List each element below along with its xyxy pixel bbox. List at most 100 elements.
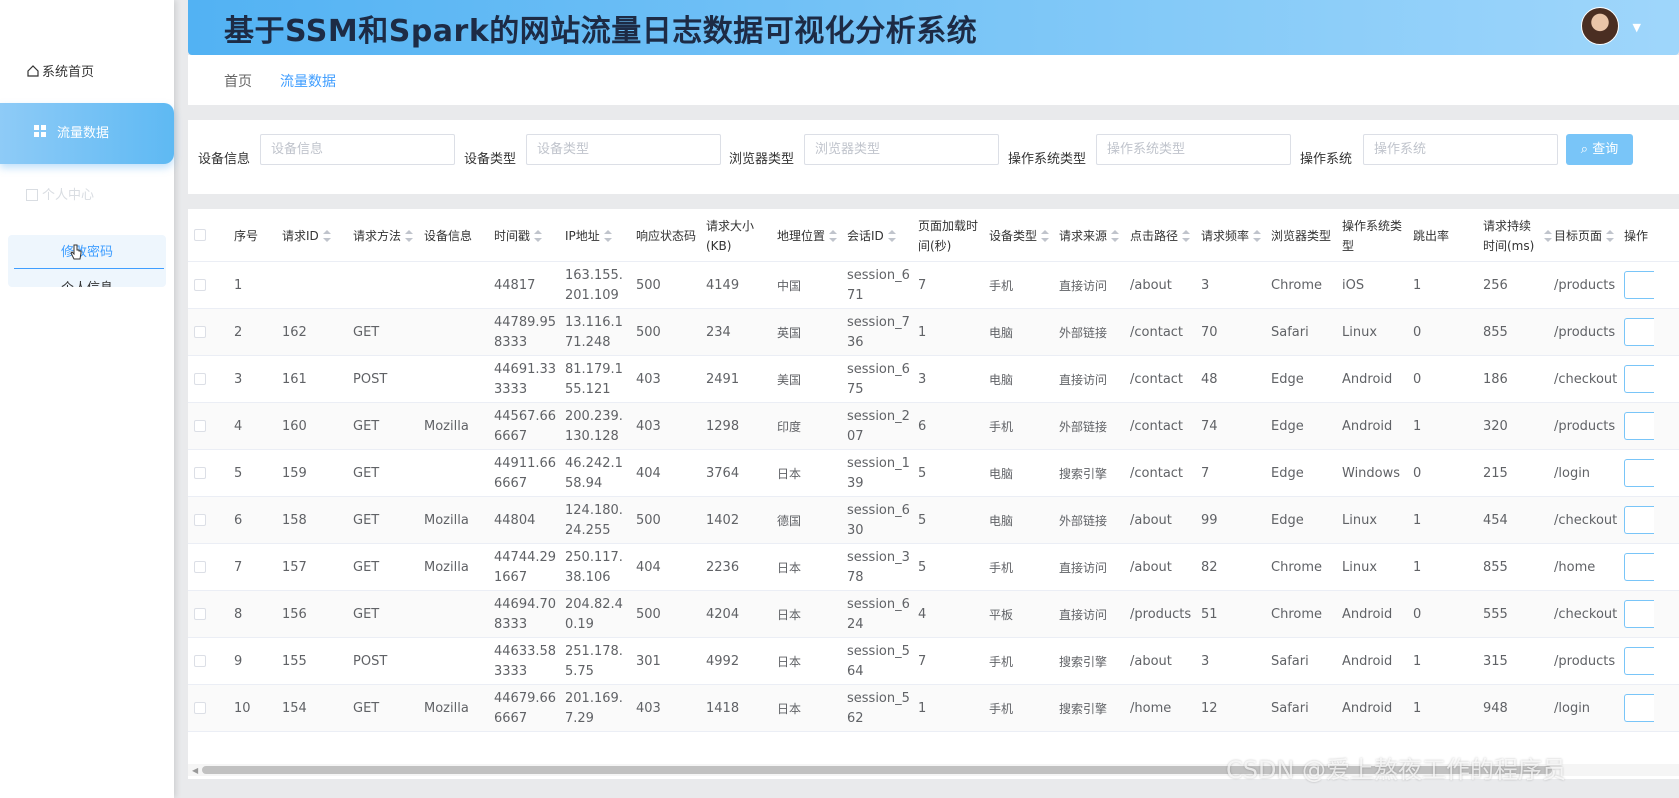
table-cell: 3764	[706, 465, 740, 481]
table-cell: 8	[234, 606, 243, 622]
table-cell: 1	[1413, 653, 1422, 669]
row-checkbox[interactable]	[194, 420, 206, 432]
column-header[interactable]: 点击路径	[1130, 209, 1196, 262]
table-cell: GET	[353, 606, 380, 622]
sidebar-item-home[interactable]: 系统首页	[0, 60, 174, 86]
sort-icon[interactable]	[405, 229, 414, 242]
column-header[interactable]: 会话ID	[847, 209, 913, 262]
row-action-button[interactable]	[1624, 506, 1654, 534]
row-checkbox[interactable]	[194, 561, 206, 573]
table-cell: 4	[234, 418, 243, 434]
row-checkbox[interactable]	[194, 373, 206, 385]
row-action-button[interactable]	[1624, 694, 1654, 722]
sidebar-item-label: 流量数据	[57, 126, 110, 141]
sidebar-item-personal[interactable]: 个人中心	[0, 184, 174, 208]
table-cell: 2491	[706, 371, 740, 387]
chevron-down-icon[interactable]: ▼	[1633, 21, 1641, 34]
table-cell: /about	[1130, 559, 1172, 575]
table-cell: 404	[636, 559, 661, 575]
search-button[interactable]: ⌕ 查询	[1566, 134, 1633, 165]
table-cell: 70	[1201, 324, 1218, 340]
table-cell: 44567.666667	[494, 408, 557, 444]
sort-icon[interactable]	[1111, 229, 1120, 242]
column-header[interactable]: 时间戳	[494, 209, 560, 262]
sort-icon[interactable]	[1606, 229, 1615, 242]
table-cell: 1	[1413, 700, 1422, 716]
column-header[interactable]: IP地址	[565, 209, 631, 262]
table-cell: /home	[1554, 559, 1596, 575]
table-cell: 215	[1483, 465, 1508, 481]
os-type-input[interactable]	[1096, 134, 1291, 165]
table-cell: Android	[1342, 371, 1393, 387]
row-action-button[interactable]	[1624, 365, 1654, 393]
row-action-button[interactable]	[1624, 318, 1654, 346]
table-cell: 直接访问	[1059, 560, 1108, 575]
row-checkbox[interactable]	[194, 514, 206, 526]
table-cell: 44789.958333	[494, 314, 557, 350]
filter-label-os: 操作系统	[1300, 152, 1353, 167]
table-cell: 44691.333333	[494, 361, 557, 397]
column-header[interactable]: 请求方法	[353, 209, 419, 262]
row-action-button[interactable]	[1624, 412, 1654, 440]
table-cell: /checkout	[1554, 606, 1618, 622]
row-checkbox[interactable]	[194, 608, 206, 620]
sort-icon[interactable]	[1182, 229, 1191, 242]
row-action-button[interactable]	[1624, 271, 1654, 299]
row-action-button[interactable]	[1624, 553, 1654, 581]
row-checkbox[interactable]	[194, 702, 206, 714]
breadcrumb-home[interactable]: 首页	[224, 71, 252, 91]
column-header[interactable]: 请求来源	[1059, 209, 1125, 262]
column-header: 跳出率	[1413, 209, 1479, 262]
column-header: 请求大小(KB)	[706, 209, 772, 262]
sort-icon[interactable]	[1544, 229, 1552, 242]
device-info-input[interactable]	[260, 134, 455, 165]
select-all-checkbox[interactable]	[194, 229, 206, 241]
row-action-button[interactable]	[1624, 600, 1654, 628]
table-cell: 6	[918, 418, 927, 434]
table-cell: /products	[1554, 418, 1616, 434]
table-cell: 82	[1201, 559, 1218, 575]
submenu-item-change-password[interactable]: 修改密码	[8, 243, 166, 263]
table-cell: /products	[1554, 653, 1616, 669]
sort-icon[interactable]	[829, 229, 838, 242]
os-input[interactable]	[1363, 134, 1558, 165]
row-checkbox[interactable]	[194, 655, 206, 667]
column-header[interactable]: 设备类型	[989, 209, 1055, 262]
table-cell: session_378	[847, 549, 910, 585]
device-type-input[interactable]	[526, 134, 721, 165]
table-cell: 1418	[706, 700, 740, 716]
submenu-item-personal-info[interactable]: 个人信息	[8, 279, 166, 287]
column-header: 响应状态码	[636, 209, 702, 262]
row-checkbox[interactable]	[194, 326, 206, 338]
avatar[interactable]	[1581, 7, 1619, 45]
table-cell: 7	[1201, 465, 1210, 481]
column-header-label: 请求ID	[282, 228, 319, 243]
column-header[interactable]: 地理位置	[777, 209, 843, 262]
table-row: 1 44817 163.155.201.109 500 4149 中国 session_67…	[188, 262, 1679, 309]
column-header[interactable]: 请求频率	[1201, 209, 1267, 262]
table-cell: Mozilla	[424, 512, 469, 528]
sort-icon[interactable]	[1253, 229, 1262, 242]
table-cell: 201.169.7.29	[565, 690, 623, 726]
sort-icon[interactable]	[887, 229, 896, 242]
table-cell: 186	[1483, 371, 1508, 387]
sidebar-item-traffic[interactable]: 流量数据	[0, 103, 174, 164]
column-header: 操作	[1624, 209, 1679, 262]
row-action-button[interactable]	[1624, 459, 1654, 487]
sort-icon[interactable]	[603, 229, 612, 242]
table-cell: 315	[1483, 653, 1508, 669]
column-header[interactable]: 请求持续时间(ms)	[1483, 209, 1552, 262]
row-checkbox[interactable]	[194, 279, 206, 291]
row-checkbox[interactable]	[194, 467, 206, 479]
row-action-button[interactable]	[1624, 647, 1654, 675]
table-cell	[353, 262, 419, 309]
sort-icon[interactable]	[322, 229, 331, 242]
browser-type-input[interactable]	[804, 134, 999, 165]
sort-icon[interactable]	[534, 229, 543, 242]
scroll-left-icon[interactable]: ◀	[192, 766, 198, 775]
table-cell: 电脑	[989, 372, 1014, 387]
table-cell: /checkout	[1554, 371, 1618, 387]
sort-icon[interactable]	[1041, 229, 1050, 242]
column-header[interactable]: 目标页面	[1554, 209, 1620, 262]
column-header[interactable]: 请求ID	[282, 209, 348, 262]
